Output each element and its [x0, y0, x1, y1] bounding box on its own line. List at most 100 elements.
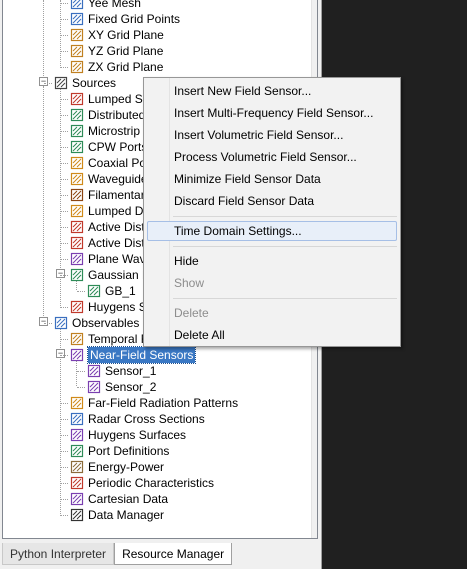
- tree-item[interactable]: Distributed: [69, 107, 145, 123]
- temporal-sensor-icon: [69, 331, 85, 347]
- tree-item[interactable]: ZX Grid Plane: [69, 59, 163, 75]
- tree-item[interactable]: Radar Cross Sections: [69, 411, 205, 427]
- menu-item-insert-volumetric-field-sensor[interactable]: Insert Volumetric Field Sensor...: [147, 125, 397, 145]
- tree-item[interactable]: Active Distr: [69, 219, 149, 235]
- tree-connector: [60, 115, 68, 116]
- tree-item[interactable]: Far-Field Radiation Patterns: [69, 395, 238, 411]
- tree-item-label: YZ Grid Plane: [88, 44, 164, 58]
- tree-connector: [60, 339, 68, 340]
- menu-separator: [173, 246, 397, 247]
- tree-connector: [77, 371, 85, 372]
- menu-item-delete-all[interactable]: Delete All: [147, 325, 397, 345]
- tree-item-label: Filamentary: [88, 188, 151, 202]
- tree-item[interactable]: Coaxial Por: [69, 155, 150, 171]
- active-distributed-icon: [69, 219, 85, 235]
- tree-connector: [76, 360, 77, 386]
- huygens-surface-icon: [69, 427, 85, 443]
- tree-connector: [60, 147, 68, 148]
- tree-item[interactable]: Microstrip F: [69, 123, 151, 139]
- tree-connector: [60, 275, 68, 276]
- plane-wave-icon: [69, 251, 85, 267]
- periodic-icon: [69, 475, 85, 491]
- tree-item-label: Temporal F: [88, 332, 149, 346]
- tree-item[interactable]: Near-Field Sensors: [69, 346, 197, 364]
- menu-item-discard-field-sensor-data[interactable]: Discard Field Sensor Data: [147, 191, 397, 211]
- tree-connector: [60, 131, 68, 132]
- menu-item-hide[interactable]: Hide: [147, 251, 397, 271]
- tree-item[interactable]: XY Grid Plane: [69, 27, 164, 43]
- tree-connector: [60, 419, 68, 420]
- tree-connector: [60, 403, 68, 404]
- tree-item-label: Far-Field Radiation Patterns: [88, 396, 239, 410]
- tree-item[interactable]: YZ Grid Plane: [69, 43, 163, 59]
- menu-item-time-domain-settings[interactable]: Time Domain Settings...: [147, 221, 397, 241]
- tree-connector: [60, 451, 68, 452]
- tree-item-label: ZX Grid Plane: [88, 60, 164, 74]
- huygens-source-icon: [69, 299, 85, 315]
- tree-item[interactable]: Cartesian Data: [69, 491, 168, 507]
- tree-connector: [60, 195, 68, 196]
- menu-item-minimize-field-sensor-data[interactable]: Minimize Field Sensor Data: [147, 169, 397, 189]
- tree-connector: [60, 499, 68, 500]
- tree-connector: [60, 19, 68, 20]
- tab-python-interpreter[interactable]: Python Interpreter: [2, 543, 115, 565]
- tree-item-label: Lumped So: [88, 92, 150, 106]
- tree-connector: [60, 211, 68, 212]
- tree-item[interactable]: Active Distr: [69, 235, 149, 251]
- tree-item-label: Active Distr: [88, 220, 149, 234]
- tree-item[interactable]: GB_1: [86, 283, 136, 299]
- tree-item[interactable]: Lumped So: [69, 91, 149, 107]
- observables-collapse-button[interactable]: −: [39, 317, 48, 326]
- tree-item[interactable]: Gaussian B: [69, 267, 150, 283]
- rcs-icon: [69, 411, 85, 427]
- yz-grid-plane-icon: [69, 43, 85, 59]
- tree-connector: [43, 86, 44, 320]
- near-field-sensors-icon: [69, 347, 85, 363]
- tree-item[interactable]: Sensor_2: [86, 379, 156, 395]
- tree-item[interactable]: Lumped De: [69, 203, 150, 219]
- tree-item[interactable]: Huygens Sc: [69, 299, 153, 315]
- far-field-icon: [69, 395, 85, 411]
- sources-collapse-button[interactable]: −: [39, 77, 48, 86]
- gaussian-beam-collapse-button[interactable]: −: [56, 269, 65, 278]
- menu-item-process-volumetric-field-sensor[interactable]: Process Volumetric Field Sensor...: [147, 147, 397, 167]
- tree-item[interactable]: Energy-Power: [69, 459, 164, 475]
- tree-connector: [60, 163, 68, 164]
- menu-item-insert-multi-frequency-field-sensor[interactable]: Insert Multi-Frequency Field Sensor...: [147, 103, 397, 123]
- tab-resource-manager[interactable]: Resource Manager: [114, 543, 233, 565]
- port-definitions-icon: [69, 443, 85, 459]
- tree-item-label: Radar Cross Sections: [88, 412, 205, 426]
- tree-item[interactable]: Data Manager: [69, 507, 164, 523]
- tree-item[interactable]: Plane Wav: [69, 251, 146, 267]
- menu-item-insert-new-field-sensor[interactable]: Insert New Field Sensor...: [147, 81, 397, 101]
- near-field-sensors-collapse-button[interactable]: −: [56, 349, 65, 358]
- tree-item[interactable]: Sources: [53, 75, 116, 91]
- tree-item[interactable]: Fixed Grid Points: [69, 11, 180, 27]
- tree-item[interactable]: Observables: [53, 315, 139, 331]
- tree-connector: [60, 51, 68, 52]
- tree-item-label: Active Distr: [88, 236, 149, 250]
- tree-item-label: Data Manager: [88, 508, 165, 522]
- tree-connector: [44, 323, 52, 324]
- tree-item-label: Waveguide: [88, 172, 148, 186]
- tree-item[interactable]: Periodic Characteristics: [69, 475, 214, 491]
- tree-item[interactable]: Filamentary: [69, 187, 151, 203]
- tree-item[interactable]: CPW Ports: [69, 139, 147, 155]
- distributed-source-icon: [69, 107, 85, 123]
- tree-item[interactable]: Port Definitions: [69, 443, 169, 459]
- tree-connector: [77, 291, 85, 292]
- tree-connector: [60, 3, 68, 4]
- tree-item-label: Energy-Power: [88, 460, 165, 474]
- tree-connector: [60, 483, 68, 484]
- gaussian-beam-icon: [69, 267, 85, 283]
- tree-item[interactable]: Sensor_1: [86, 363, 156, 379]
- tree-item-label: Port Definitions: [88, 444, 170, 458]
- menu-separator: [173, 298, 397, 299]
- menu-item-show[interactable]: Show: [147, 273, 397, 293]
- observables-icon: [53, 315, 69, 331]
- tree-item[interactable]: Huygens Surfaces: [69, 427, 186, 443]
- menu-item-delete[interactable]: Delete: [147, 303, 397, 323]
- tree-item[interactable]: Waveguide: [69, 171, 148, 187]
- tree-item[interactable]: Temporal F: [69, 331, 148, 347]
- tree-item[interactable]: Yee Mesh: [69, 0, 141, 11]
